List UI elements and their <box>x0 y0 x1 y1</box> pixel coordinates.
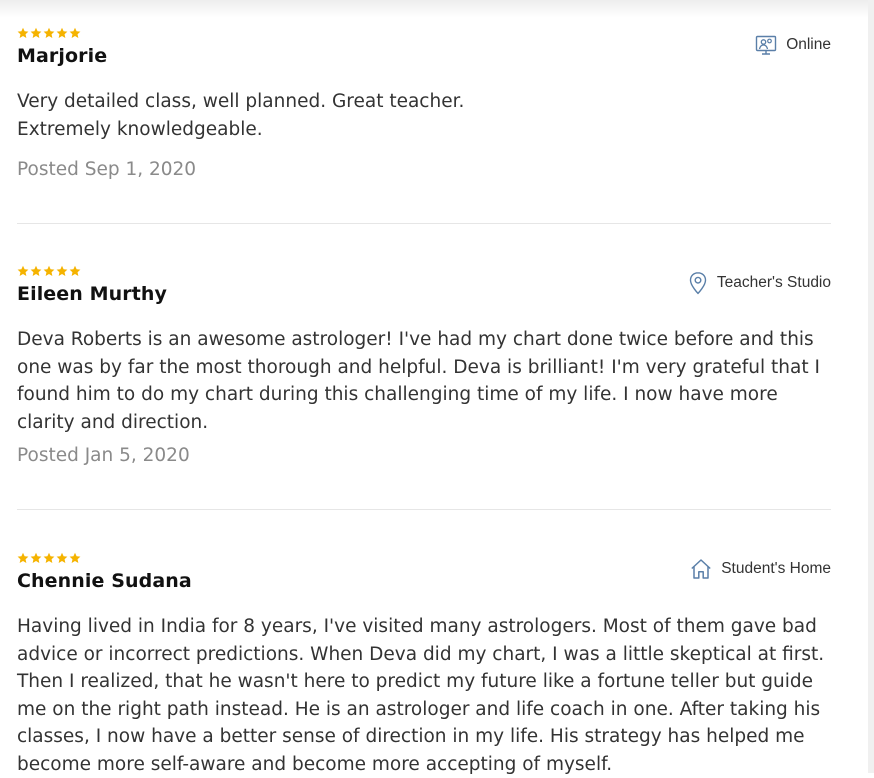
page-edge <box>868 0 874 773</box>
star-icon <box>17 552 29 563</box>
map-pin-icon <box>689 272 707 295</box>
star-icon <box>69 265 81 276</box>
divider <box>17 509 831 510</box>
reviewer-name: Eileen Murthy <box>17 283 168 305</box>
class-location: Student's Home <box>689 557 831 581</box>
star-rating <box>17 552 81 564</box>
posted-date: Posted Sep 1, 2020 <box>17 159 197 180</box>
star-rating <box>17 265 81 277</box>
review-text: Deva Roberts is an awesome astrologer! I… <box>17 329 820 433</box>
class-location-label: Online <box>786 36 831 53</box>
home-icon <box>691 559 711 579</box>
star-icon <box>30 27 42 38</box>
star-icon <box>56 552 68 563</box>
online-class-icon <box>755 35 777 55</box>
star-icon <box>69 27 81 38</box>
posted-date: Posted Jan 5, 2020 <box>17 445 190 466</box>
divider <box>17 223 831 224</box>
star-icon <box>43 265 55 276</box>
star-icon <box>17 27 29 38</box>
reviewer-name: Marjorie <box>17 45 108 67</box>
review-text: Very detailed class, well planned. Great… <box>17 91 465 140</box>
class-location-label: Student's Home <box>721 560 831 577</box>
class-location: Teacher's Studio <box>687 271 831 295</box>
star-rating <box>17 27 81 39</box>
review-text: Having lived in India for 8 years, I've … <box>17 616 825 775</box>
star-icon <box>43 27 55 38</box>
star-icon <box>30 265 42 276</box>
star-icon <box>56 265 68 276</box>
star-icon <box>43 552 55 563</box>
class-location-label: Teacher's Studio <box>716 274 831 291</box>
star-icon <box>30 552 42 563</box>
star-icon <box>69 552 81 563</box>
class-location: Online <box>754 33 831 57</box>
reviewer-name: Chennie Sudana <box>17 570 192 592</box>
top-shadow <box>0 0 874 18</box>
star-icon <box>17 265 29 276</box>
star-icon <box>56 27 68 38</box>
